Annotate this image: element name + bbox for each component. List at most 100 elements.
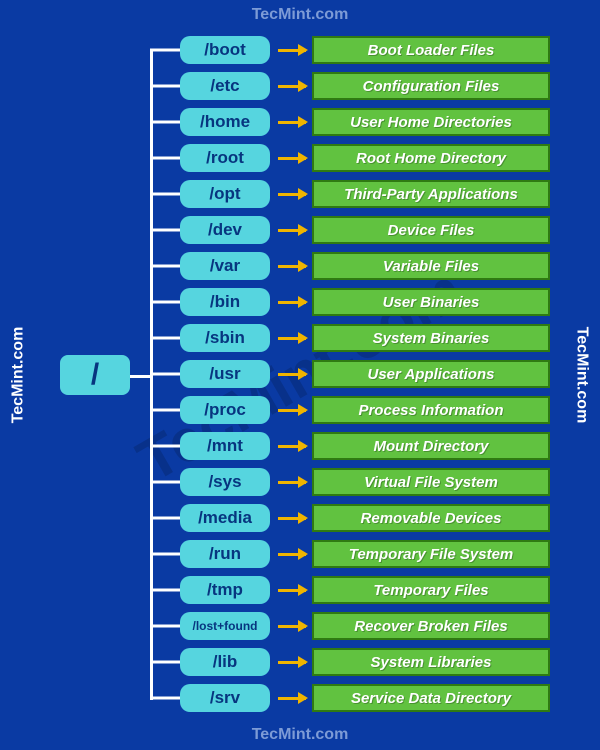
directory-description: Temporary File System (312, 540, 550, 568)
directory-label: /sys (180, 468, 270, 496)
tree-row: /usr User Applications (130, 356, 550, 392)
tree-branch (150, 589, 180, 592)
arrow-icon (278, 625, 306, 628)
directory-label: /boot (180, 36, 270, 64)
arrow-icon (278, 697, 306, 700)
directory-label: /media (180, 504, 270, 532)
arrow-icon (278, 301, 306, 304)
tree-row: /sbin System Binaries (130, 320, 550, 356)
tree-row: /dev Device Files (130, 212, 550, 248)
directory-label: /sbin (180, 324, 270, 352)
tree-branch (150, 697, 180, 700)
arrow-icon (278, 661, 306, 664)
tree-branch (150, 337, 180, 340)
tree-row: /lib System Libraries (130, 644, 550, 680)
watermark-left: TecMint.com (9, 327, 27, 424)
directory-description: Virtual File System (312, 468, 550, 496)
directory-label: /mnt (180, 432, 270, 460)
tree-branch (150, 481, 180, 484)
root-directory: / (60, 355, 130, 395)
directory-label: /proc (180, 396, 270, 424)
tree-row: /bin User Binaries (130, 284, 550, 320)
arrow-icon (278, 121, 306, 124)
tree-row: /etc Configuration Files (130, 68, 550, 104)
watermark-top: TecMint.com (0, 6, 600, 24)
directory-label: /lost+found (180, 612, 270, 640)
directory-label: /srv (180, 684, 270, 712)
tree-row: /home User Home Directories (130, 104, 550, 140)
directory-description: Configuration Files (312, 72, 550, 100)
tree-branch (150, 445, 180, 448)
tree-row: /proc Process Information (130, 392, 550, 428)
arrow-icon (278, 589, 306, 592)
arrow-icon (278, 157, 306, 160)
arrow-icon (278, 373, 306, 376)
tree-row: /mnt Mount Directory (130, 428, 550, 464)
tree-branch (150, 265, 180, 268)
tree-branch (150, 85, 180, 88)
directory-description: User Binaries (312, 288, 550, 316)
tree-row: /run Temporary File System (130, 536, 550, 572)
directory-label: /root (180, 144, 270, 172)
tree-rows: /boot Boot Loader Files/etc Configuration … (130, 32, 550, 716)
tree-branch (150, 157, 180, 160)
directory-description: Boot Loader Files (312, 36, 550, 64)
tree-branch (150, 625, 180, 628)
directory-description: Root Home Directory (312, 144, 550, 172)
directory-description: Mount Directory (312, 432, 550, 460)
directory-description: Recover Broken Files (312, 612, 550, 640)
tree-branch (150, 373, 180, 376)
arrow-icon (278, 337, 306, 340)
directory-label: /lib (180, 648, 270, 676)
directory-description: Variable Files (312, 252, 550, 280)
tree-branch (150, 409, 180, 412)
watermark-right: TecMint.com (573, 327, 591, 424)
directory-label: /usr (180, 360, 270, 388)
arrow-icon (278, 193, 306, 196)
tree-row: /lost+found Recover Broken Files (130, 608, 550, 644)
arrow-icon (278, 409, 306, 412)
directory-description: User Applications (312, 360, 550, 388)
tree-branch (150, 301, 180, 304)
arrow-icon (278, 481, 306, 484)
directory-description: Process Information (312, 396, 550, 424)
directory-description: Removable Devices (312, 504, 550, 532)
directory-description: Temporary Files (312, 576, 550, 604)
arrow-icon (278, 229, 306, 232)
directory-label: /run (180, 540, 270, 568)
tree-row: /boot Boot Loader Files (130, 32, 550, 68)
tree-branch (150, 193, 180, 196)
arrow-icon (278, 445, 306, 448)
arrow-icon (278, 265, 306, 268)
directory-label: /etc (180, 72, 270, 100)
tree-row: /media Removable Devices (130, 500, 550, 536)
directory-tree: /boot Boot Loader Files/etc Configuration … (130, 32, 550, 718)
tree-row: /sys Virtual File System (130, 464, 550, 500)
directory-description: System Libraries (312, 648, 550, 676)
tree-row: /root Root Home Directory (130, 140, 550, 176)
tree-row: /var Variable Files (130, 248, 550, 284)
tree-row: /srv Service Data Directory (130, 680, 550, 716)
arrow-icon (278, 49, 306, 52)
directory-description: System Binaries (312, 324, 550, 352)
directory-description: Service Data Directory (312, 684, 550, 712)
directory-description: Device Files (312, 216, 550, 244)
directory-label: /opt (180, 180, 270, 208)
tree-branch (150, 661, 180, 664)
directory-description: Third-Party Applications (312, 180, 550, 208)
arrow-icon (278, 85, 306, 88)
directory-label: /bin (180, 288, 270, 316)
tree-branch (150, 49, 180, 52)
arrow-icon (278, 517, 306, 520)
directory-label: /var (180, 252, 270, 280)
tree-branch (150, 553, 180, 556)
directory-label: /dev (180, 216, 270, 244)
directory-description: User Home Directories (312, 108, 550, 136)
watermark-bottom: TecMint.com (0, 726, 600, 744)
directory-label: /tmp (180, 576, 270, 604)
tree-branch (150, 229, 180, 232)
arrow-icon (278, 553, 306, 556)
tree-row: /opt Third-Party Applications (130, 176, 550, 212)
tree-row: /tmp Temporary Files (130, 572, 550, 608)
directory-label: /home (180, 108, 270, 136)
